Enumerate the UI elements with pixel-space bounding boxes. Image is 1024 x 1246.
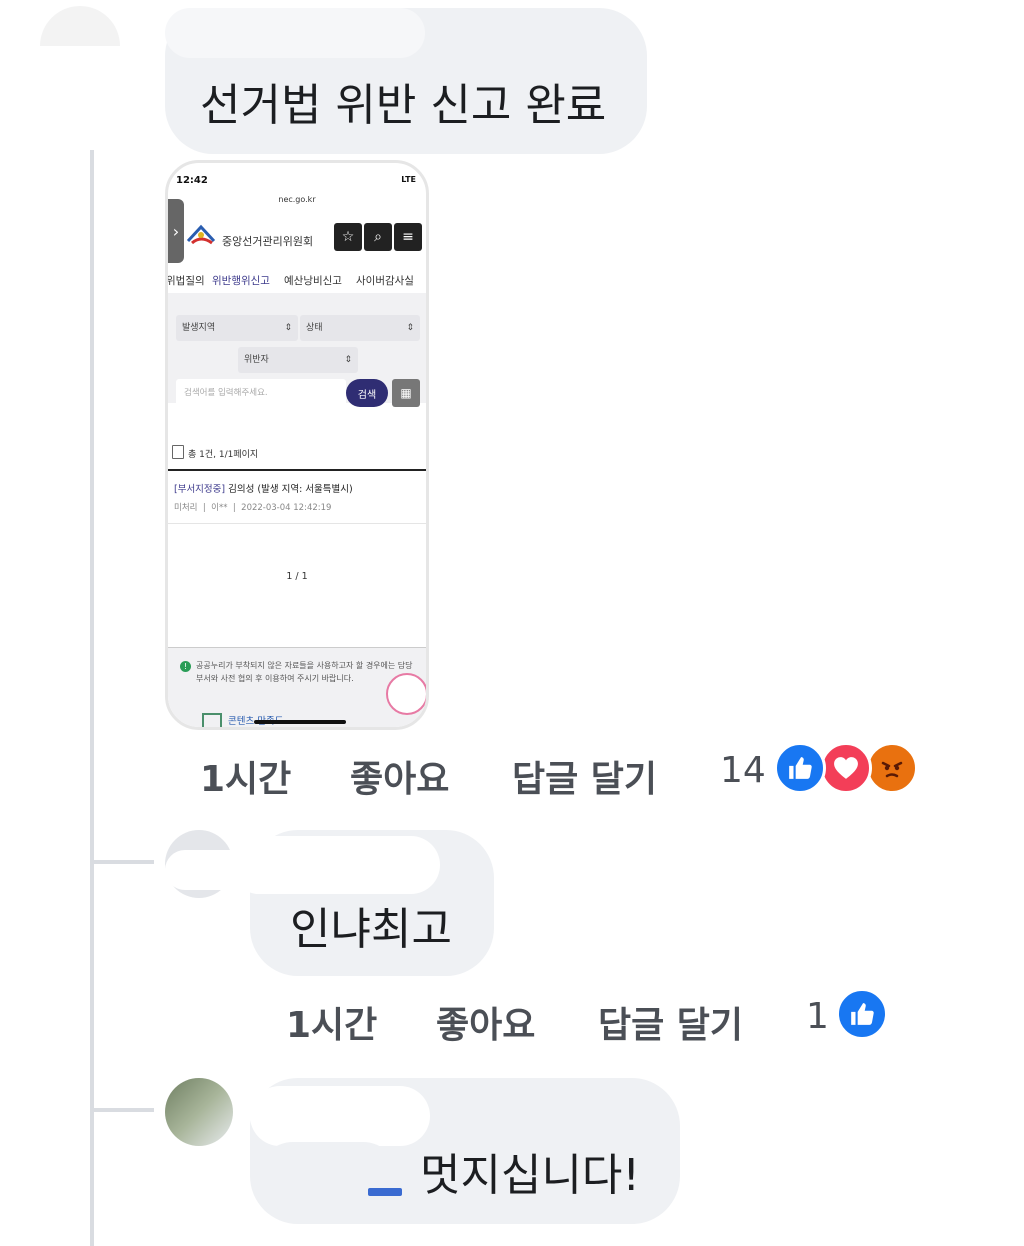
- reaction-count[interactable]: 14: [720, 750, 766, 791]
- heart-icon: [834, 757, 858, 779]
- tab-budget-report[interactable]: 예산낭비신고: [284, 273, 342, 288]
- star-icon[interactable]: ☆: [334, 223, 362, 251]
- nec-logo-icon: [186, 224, 216, 245]
- tab-violation-report[interactable]: 위반행위신고: [212, 273, 270, 295]
- violator-select-label: 위반자: [244, 355, 269, 365]
- result-total: 총 1건, 1/1페이지: [188, 450, 259, 460]
- status-bar: 12:42 LTE: [176, 175, 416, 189]
- like-button[interactable]: 좋아요: [350, 750, 449, 802]
- home-indicator: [254, 720, 346, 724]
- item-tag: [부서지정중]: [174, 484, 226, 495]
- avatar[interactable]: [165, 1078, 233, 1146]
- item-state: 미처리: [174, 503, 198, 513]
- menu-icon[interactable]: ≡: [394, 223, 422, 251]
- chevron-updown-icon: ⇕: [344, 355, 352, 365]
- mention-tag[interactable]: [368, 1188, 402, 1196]
- status-select-label: 상태: [306, 323, 323, 333]
- thread-branch-1: [94, 860, 154, 864]
- reaction-count[interactable]: 1: [806, 996, 829, 1037]
- reply-button[interactable]: 답글 달기: [512, 750, 657, 802]
- tab-law-question[interactable]: 위법질의: [168, 273, 205, 288]
- item-date: 2022-03-04 12:42:19: [241, 503, 332, 513]
- divider: [168, 469, 426, 471]
- search-icon[interactable]: ⌕: [364, 223, 392, 251]
- chevron-updown-icon: ⇕: [284, 323, 292, 333]
- info-icon: !: [180, 661, 191, 672]
- avatar[interactable]: [40, 6, 120, 46]
- chevron-right-icon: ›: [168, 199, 184, 263]
- love-icon[interactable]: [820, 742, 872, 794]
- tab-cyber-audit[interactable]: 사이버감사실: [356, 273, 414, 288]
- list-item[interactable]: [부서지정중] 김의성 (발생 지역: 서울특별시): [174, 481, 353, 495]
- like-button[interactable]: 좋아요: [436, 996, 535, 1048]
- item-author: 이**: [211, 503, 228, 513]
- comment-text: 멋지십니다!: [420, 1150, 641, 1201]
- thread-branch-2: [94, 1108, 154, 1112]
- thumbs-up-icon: [851, 1003, 874, 1025]
- item-meta-sep: |: [200, 503, 209, 513]
- site-title: 중앙선거관리위원회: [222, 235, 314, 248]
- thread-line-main: [90, 150, 94, 1246]
- redacted-name: [250, 1086, 430, 1146]
- redacted-name: [165, 8, 425, 58]
- notice-text: 공공누리가 부착되지 않은 자료들을 사용하고자 할 경우에는 담당부서와 사전…: [196, 661, 413, 683]
- thumbs-up-icon: [789, 757, 812, 779]
- comment-text: 선거법 위반 신고 완료: [200, 80, 607, 131]
- region-select[interactable]: 발생지역 ⇕: [176, 315, 298, 341]
- redacted-mention: [258, 1142, 398, 1212]
- divider: [168, 523, 426, 524]
- status-time: 12:42: [176, 175, 208, 186]
- angry-icon[interactable]: [866, 742, 918, 794]
- pagination[interactable]: 1 / 1: [168, 571, 426, 582]
- item-meta-sep: |: [230, 503, 239, 513]
- comment-time[interactable]: 1시간: [286, 996, 377, 1048]
- mascot-icon[interactable]: [386, 673, 426, 715]
- like-icon[interactable]: [774, 742, 826, 794]
- status-select[interactable]: 상태 ⇕: [300, 315, 420, 341]
- attached-screenshot[interactable]: 12:42 LTE nec.go.kr › 중앙선거관리위원회 ☆ ⌕ ≡ 위법…: [165, 160, 429, 730]
- chevron-updown-icon: ⇕: [406, 323, 414, 333]
- grid-icon[interactable]: ▦: [392, 379, 420, 407]
- monitor-icon: [202, 713, 222, 727]
- item-meta: 미처리 | 이** | 2022-03-04 12:42:19: [174, 501, 331, 513]
- angry-face-icon: [881, 761, 903, 778]
- search-button[interactable]: 검색: [346, 379, 388, 407]
- status-network: LTE: [401, 175, 416, 184]
- item-title: 김의성 (발생 지역: 서울특별시): [228, 484, 353, 495]
- region-select-label: 발생지역: [182, 323, 216, 333]
- redacted-avatar: [165, 850, 285, 890]
- comment-text: 인냐최고: [290, 904, 452, 955]
- search-input[interactable]: 검색어를 입력해주세요.: [176, 379, 346, 407]
- reply-button[interactable]: 답글 달기: [598, 996, 743, 1048]
- document-icon: [172, 445, 184, 459]
- violator-select[interactable]: 위반자 ⇕: [238, 347, 358, 373]
- like-icon[interactable]: [836, 988, 888, 1040]
- url-bar: nec.go.kr: [278, 195, 316, 204]
- comment-time[interactable]: 1시간: [200, 750, 291, 802]
